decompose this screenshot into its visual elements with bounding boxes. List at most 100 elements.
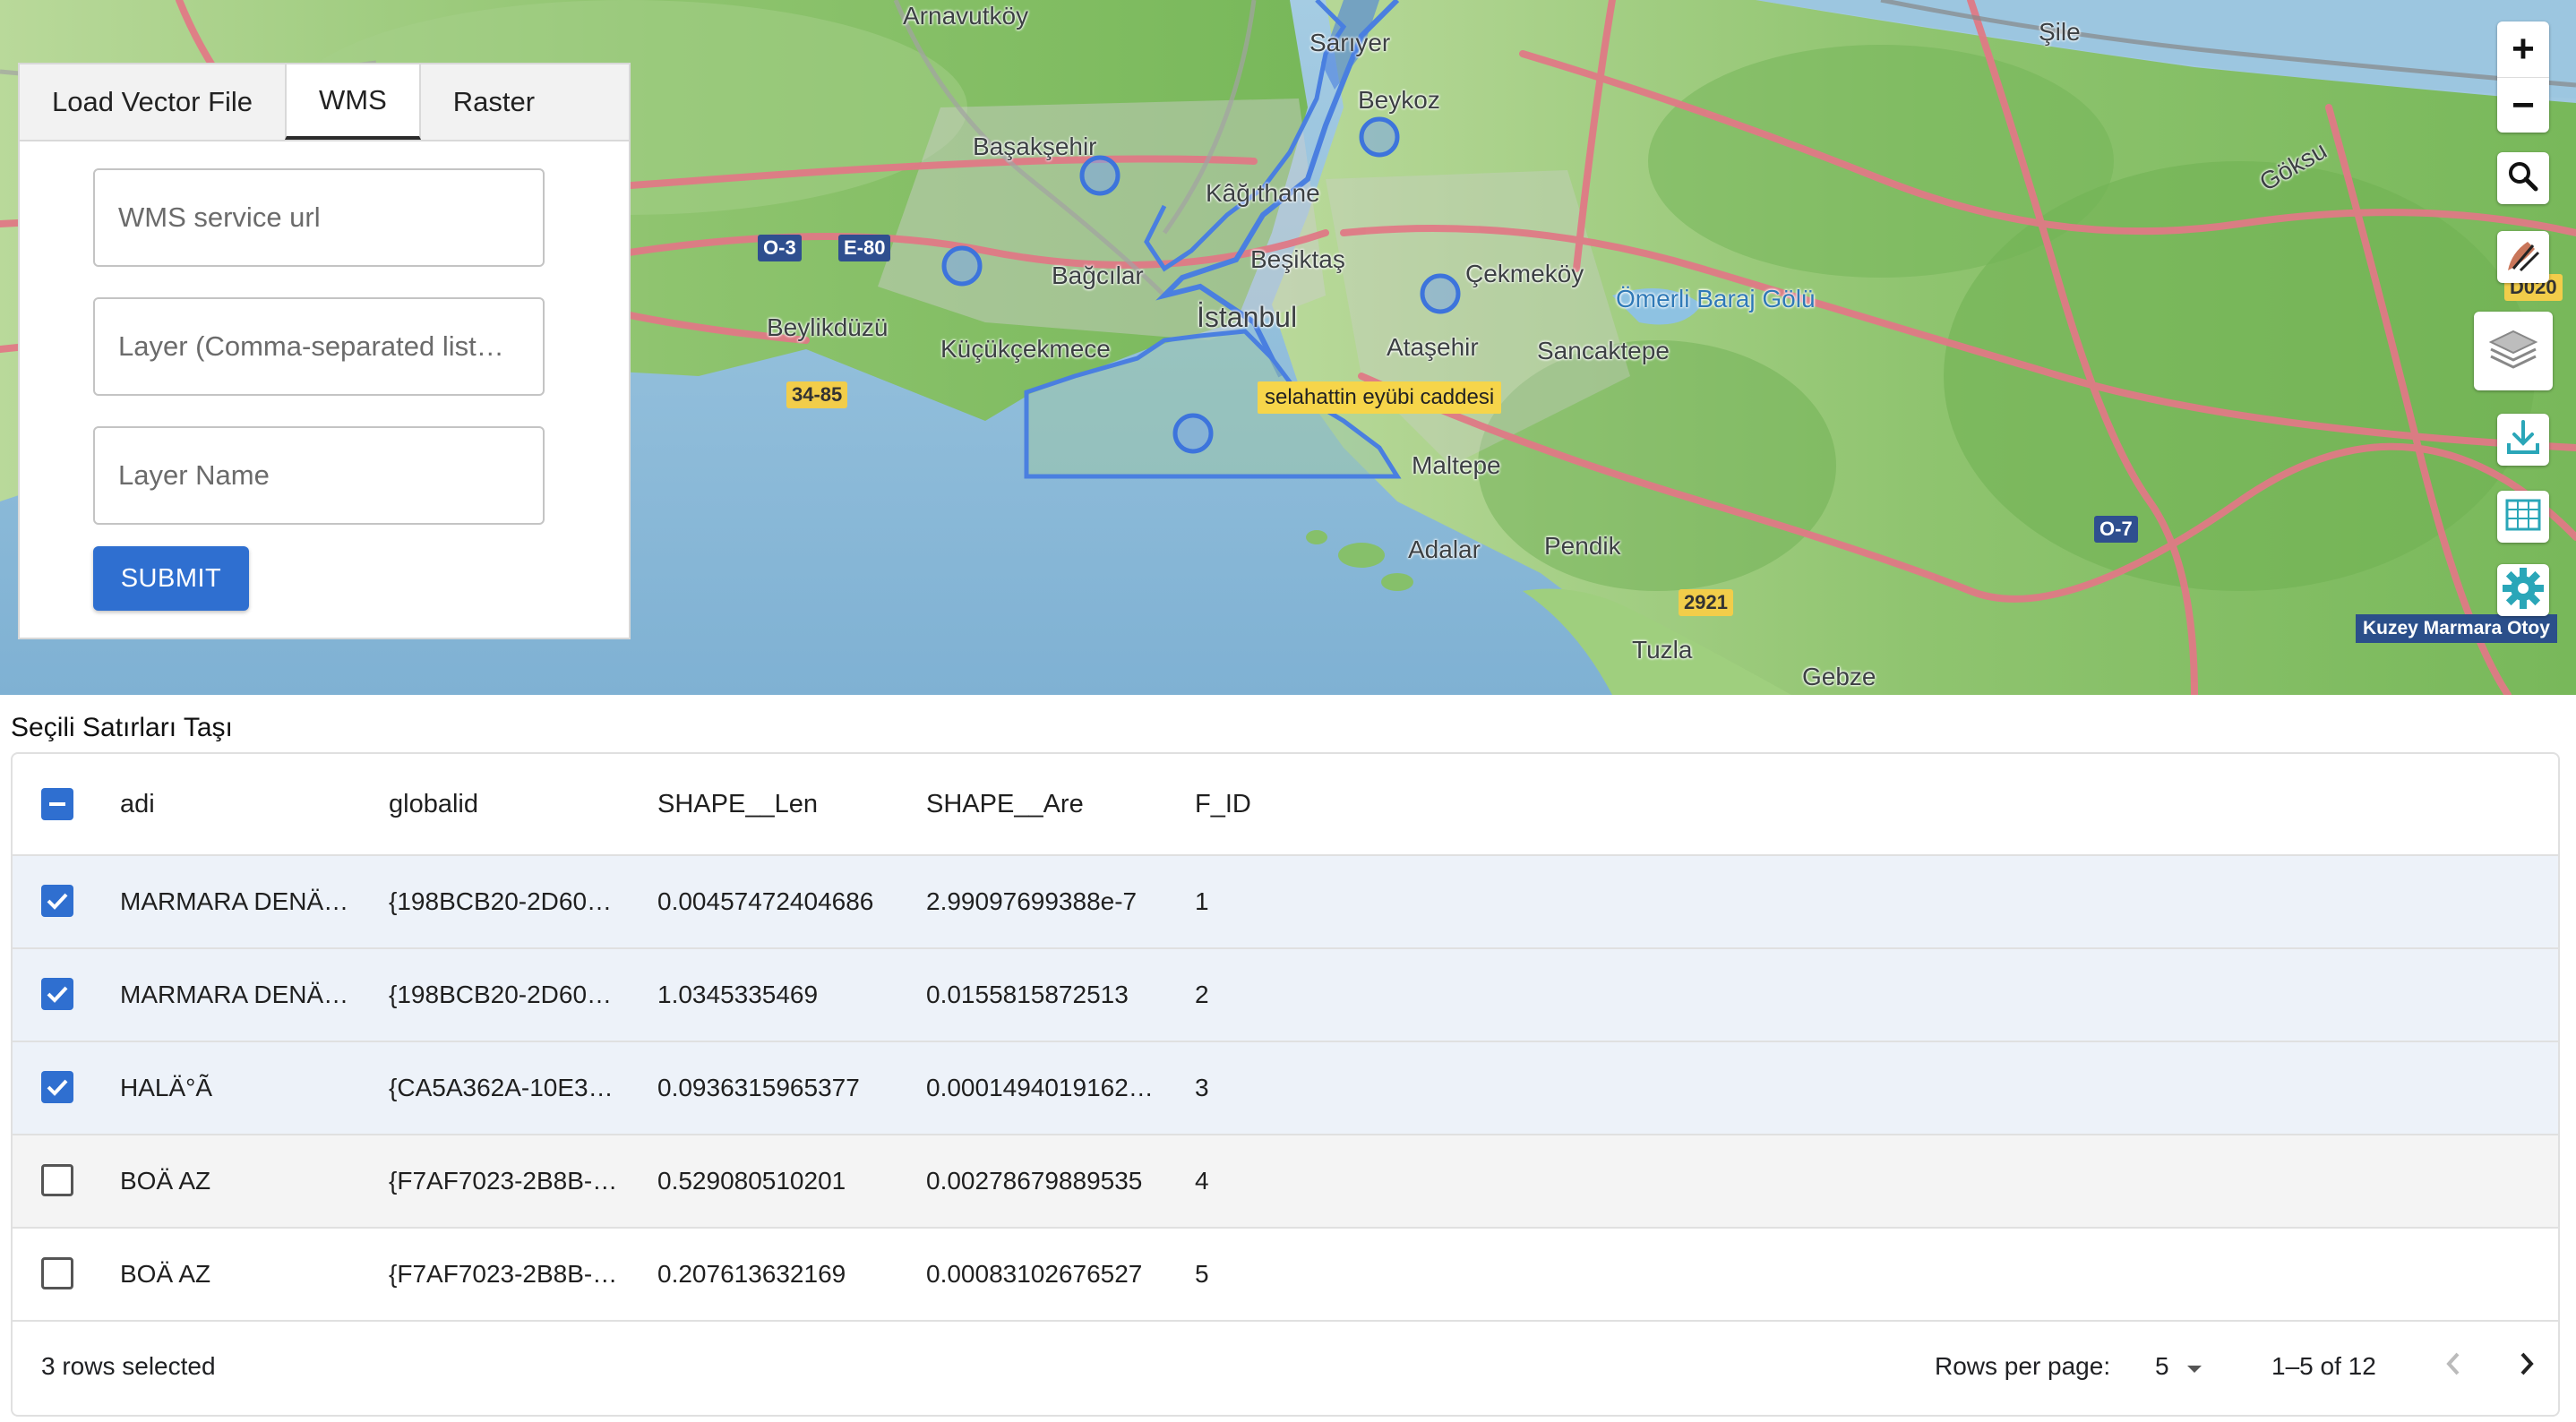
move-selected-rows-title[interactable]: Seçili Satırları Taşı [11, 713, 233, 743]
column-header-adi[interactable]: adi [120, 754, 155, 854]
cell-shape-are: 0.00083102676527 [926, 1260, 1143, 1288]
cell-f-id: 4 [1195, 1167, 1209, 1195]
place-label: Adalar [1408, 535, 1481, 563]
settings-button[interactable] [2497, 564, 2549, 616]
place-label: Şile [2039, 18, 2081, 46]
road-shield: E-80 [838, 235, 891, 261]
table-row[interactable]: BOÄ AZ {F7AF7023-2B8B-… 0.529080510201 0… [13, 1135, 2558, 1229]
attribute-table-button[interactable] [2497, 491, 2549, 543]
layer-name-input[interactable]: Layer Name [93, 426, 545, 525]
row-checkbox[interactable] [41, 978, 73, 1010]
cell-shape-are: 0.00278679889535 [926, 1167, 1143, 1195]
table-header: adi globalid SHAPE__Len SHAPE__Are F_ID [13, 754, 2558, 856]
row-checkbox[interactable] [41, 1257, 73, 1289]
layers-button[interactable] [2474, 312, 2553, 390]
search-button[interactable] [2497, 152, 2549, 204]
place-label: Sancaktepe [1537, 337, 1670, 364]
rows-per-page-select[interactable]: 5 [2155, 1352, 2203, 1381]
cell-shape-are: 0.0155815872513 [926, 981, 1129, 1008]
cell-f-id: 2 [1195, 981, 1209, 1008]
rows-per-page-label: Rows per page: [1935, 1352, 2111, 1380]
settings-icon [2501, 566, 2546, 615]
previous-page-button[interactable] [2443, 1350, 2463, 1383]
place-label: Tuzla [1632, 636, 1693, 664]
place-label: Başakşehir [973, 133, 1097, 160]
layer-import-panel: Load Vector File WMS Raster WMS service … [18, 63, 631, 639]
row-checkbox[interactable] [41, 1164, 73, 1196]
chevron-left-icon [2443, 1352, 2463, 1383]
column-header-shape-len[interactable]: SHAPE__Len [657, 754, 818, 854]
tab-load-vector-file[interactable]: Load Vector File [20, 64, 285, 140]
place-label: Beylikdüzü [767, 313, 889, 341]
panel-tabs: Load Vector File WMS Raster [20, 64, 629, 141]
place-label: Ömerli Baraj Gölü [1616, 285, 1816, 313]
zoom-out-button[interactable]: − [2497, 77, 2549, 133]
cell-adi: BOÄ AZ [120, 1260, 211, 1288]
cell-f-id: 5 [1195, 1260, 1209, 1288]
cell-globalid: {198BCB20-2D60… [389, 887, 613, 915]
table-icon [2505, 499, 2541, 535]
place-label: Çekmeköy [1465, 260, 1584, 287]
pagination-range: 1–5 of 12 [2271, 1352, 2376, 1380]
download-button[interactable] [2497, 414, 2549, 466]
draw-icon [2503, 235, 2544, 280]
draw-button[interactable] [2497, 231, 2549, 283]
column-header-f-id[interactable]: F_ID [1195, 754, 1251, 854]
next-page-button[interactable] [2517, 1350, 2537, 1383]
cell-f-id: 1 [1195, 887, 1209, 915]
table-row[interactable]: MARMARA DENÄ… {198BCB20-2D60… 0.00457472… [13, 856, 2558, 949]
place-label: Sarıyer [1309, 29, 1391, 56]
cell-f-id: 3 [1195, 1074, 1209, 1101]
cell-shape-are: 0.0001494019162… [926, 1074, 1154, 1101]
place-label: Maltepe [1412, 451, 1501, 479]
column-header-globalid[interactable]: globalid [389, 754, 478, 854]
cell-adi: HALÄ°Ã [120, 1074, 213, 1101]
row-checkbox[interactable] [41, 885, 73, 917]
place-label: Kâğıthane [1206, 179, 1320, 207]
download-icon [2503, 418, 2543, 462]
place-label: Beykoz [1358, 86, 1440, 114]
zoom-control: + − [2497, 21, 2549, 133]
rows-per-page-value: 5 [2155, 1352, 2169, 1380]
place-label: Bağcılar [1052, 261, 1144, 289]
place-label: Ataşehir [1387, 333, 1479, 361]
chevron-down-icon [2185, 1352, 2203, 1381]
place-label: Pendik [1544, 532, 1621, 560]
cell-adi: MARMARA DENÄ… [120, 981, 349, 1008]
table-row[interactable]: MARMARA DENÄ… {198BCB20-2D60… 1.03453354… [13, 949, 2558, 1042]
place-label: İstanbul [1197, 301, 1298, 333]
cell-shape-len: 0.0936315965377 [657, 1074, 860, 1101]
place-label: Arnavutköy [903, 2, 1029, 30]
table-footer: 3 rows selected Rows per page: 5 1–5 of … [13, 1318, 2558, 1415]
cell-globalid: {F7AF7023-2B8B-… [389, 1167, 618, 1195]
road-shield: O-7 [2094, 516, 2138, 543]
tab-wms[interactable]: WMS [285, 64, 421, 140]
place-label: Beşiktaş [1250, 245, 1345, 273]
road-shield: 2921 [1679, 589, 1733, 616]
layers-icon [2487, 328, 2539, 375]
select-all-checkbox[interactable] [41, 788, 73, 820]
layer-list-input[interactable]: Layer (Comma-separated list… [93, 297, 545, 396]
row-checkbox[interactable] [41, 1071, 73, 1103]
road-shield: 34-85 [786, 381, 848, 408]
chevron-right-icon [2517, 1352, 2537, 1383]
cell-shape-len: 1.0345335469 [657, 981, 819, 1008]
column-header-shape-are[interactable]: SHAPE__Are [926, 754, 1084, 854]
zoom-in-button[interactable]: + [2497, 21, 2549, 77]
cell-shape-len: 0.207613632169 [657, 1260, 846, 1288]
tab-raster[interactable]: Raster [421, 64, 567, 140]
feature-tooltip: selahattin eyübi caddesi [1258, 381, 1502, 414]
table-row[interactable]: BOÄ AZ {F7AF7023-2B8B-… 0.207613632169 0… [13, 1229, 2558, 1322]
cell-shape-len: 0.00457472404686 [657, 887, 874, 915]
cell-globalid: {F7AF7023-2B8B-… [389, 1260, 618, 1288]
cell-globalid: {198BCB20-2D60… [389, 981, 613, 1008]
cell-shape-len: 0.529080510201 [657, 1167, 846, 1195]
place-label: Küçükçekmece [940, 335, 1111, 363]
submit-button[interactable]: SUBMIT [93, 546, 249, 611]
search-icon [2505, 158, 2541, 199]
table-row[interactable]: HALÄ°Ã {CA5A362A-10E3… 0.0936315965377 0… [13, 1042, 2558, 1135]
cell-shape-are: 2.99097699388e-7 [926, 887, 1138, 915]
cell-adi: BOÄ AZ [120, 1167, 211, 1195]
cell-globalid: {CA5A362A-10E3… [389, 1074, 614, 1101]
wms-url-input[interactable]: WMS service url [93, 168, 545, 267]
